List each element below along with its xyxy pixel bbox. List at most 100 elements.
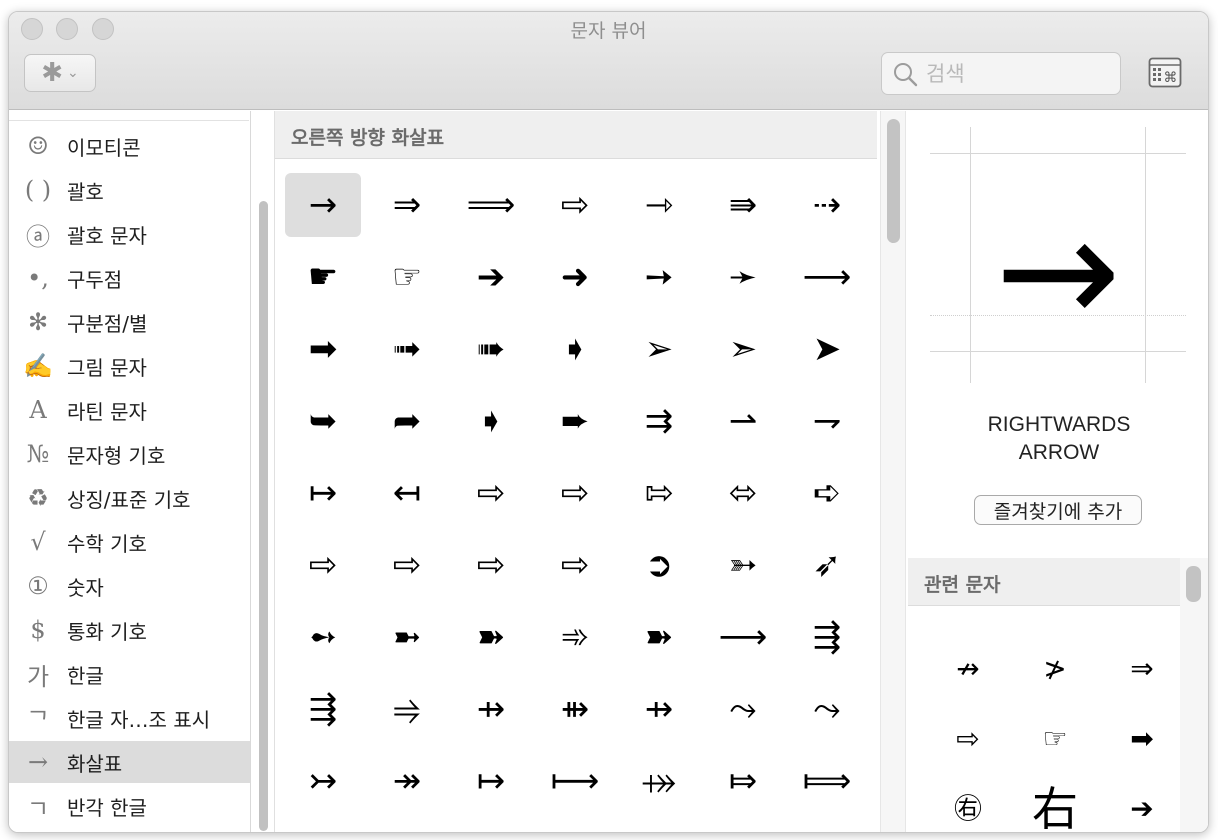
character-cell[interactable]: ⇨ [285, 533, 361, 597]
character-cell[interactable]: ⤳ [789, 677, 865, 741]
related-character-cell[interactable]: ➔ [1107, 779, 1177, 832]
character-cell[interactable]: ⇻ [537, 677, 613, 741]
character-cell[interactable]: ⇸ [621, 677, 697, 741]
character-cell[interactable]: ⇨ [537, 533, 613, 597]
character-cell[interactable]: ➳ [705, 533, 781, 597]
character-cell[interactable]: ⇨ [537, 461, 613, 525]
character-cell[interactable]: ⇰ [621, 461, 697, 525]
character-cell[interactable]: ➽ [621, 605, 697, 669]
character-cell[interactable]: ↤ [369, 461, 445, 525]
character-cell[interactable]: ☛ [285, 245, 361, 309]
character-cell[interactable]: ➜ [537, 245, 613, 309]
sidebar-item[interactable]: ♻ 상징/표준 기호 [9, 477, 250, 519]
character-cell[interactable]: ⟼ [537, 749, 613, 813]
character-cell[interactable]: → [285, 173, 361, 237]
character-cell[interactable]: ➠ [453, 317, 529, 381]
character-cell[interactable]: ⥤ [369, 677, 445, 741]
sidebar-item[interactable]: ① 숫자 [9, 565, 250, 607]
preview-glyph: → [995, 185, 1121, 359]
character-cell[interactable]: ➣ [705, 317, 781, 381]
character-cell[interactable]: ➲ [621, 533, 697, 597]
character-cell[interactable]: ⇨ [453, 461, 529, 525]
related-character-cell[interactable]: ➡ [1107, 709, 1177, 769]
character-cell[interactable]: ⇒ [369, 173, 445, 237]
related-character-cell[interactable]: ↛ [933, 639, 1003, 699]
character-cell[interactable]: ⟹ [453, 173, 529, 237]
character-cell[interactable]: ⤇ [705, 749, 781, 813]
character-cell[interactable]: ➪ [789, 461, 865, 525]
character-cell[interactable]: ➢ [621, 317, 697, 381]
character-name-line2: ARROW [1018, 441, 1100, 464]
character-cell[interactable]: ➙ [621, 245, 697, 309]
character-cell[interactable]: ⇾ [621, 173, 697, 237]
character-cell[interactable]: ➛ [705, 245, 781, 309]
sidebar-item[interactable]: → 화살표 [9, 741, 250, 783]
sidebar-item[interactable]: A 라틴 문자 [9, 389, 250, 431]
character-cell[interactable]: ⇨ [369, 533, 445, 597]
character-cell[interactable]: ⇉ [621, 389, 697, 453]
glyph-preview: → [930, 127, 1186, 383]
character-cell[interactable]: ➾ [537, 605, 613, 669]
character-cell[interactable]: ⬄ [705, 461, 781, 525]
character-cell[interactable]: ⤳ [705, 677, 781, 741]
character-cell[interactable]: ⇨ [537, 173, 613, 237]
character-cell[interactable]: ➨ [537, 389, 613, 453]
sidebar-scrollbar[interactable] [259, 201, 268, 831]
character-cell[interactable]: ➧ [537, 317, 613, 381]
sidebar-item[interactable]: ᄀ 한글 자…조 표시 [9, 697, 250, 739]
search-field[interactable] [881, 52, 1121, 95]
character-cell[interactable]: ➦ [369, 389, 445, 453]
related-character-cell[interactable]: ⇨ [933, 709, 1003, 769]
character-cell[interactable]: ➼ [369, 605, 445, 669]
character-cell[interactable]: ⇶ [285, 677, 361, 741]
character-cell[interactable]: ⇢ [789, 173, 865, 237]
character-cell[interactable]: ⇀ [705, 389, 781, 453]
character-cell[interactable]: ↦ [453, 749, 529, 813]
character-cell[interactable]: ⤀ [621, 749, 697, 813]
related-character-cell[interactable]: ☞ [1020, 709, 1090, 769]
search-input[interactable] [926, 61, 1106, 86]
sidebar-item[interactable]: № 문자형 기호 [9, 433, 250, 475]
character-cell[interactable]: ➡ [285, 317, 361, 381]
character-cell[interactable]: ⟾ [789, 749, 865, 813]
character-cell[interactable]: ➻ [285, 605, 361, 669]
character-cell[interactable]: ⟶ [789, 245, 865, 309]
sidebar-item[interactable]: ☺ 이모티콘 [9, 125, 250, 167]
related-character-cell[interactable]: ⇒ [1107, 639, 1177, 699]
add-to-favorites-button[interactable]: 즐겨찾기에 추가 [974, 495, 1142, 525]
character-cell[interactable]: ☞ [369, 245, 445, 309]
sidebar-item[interactable]: ⓐ 괄호 문자 [9, 213, 250, 255]
character-cell[interactable]: ➥ [285, 389, 361, 453]
sidebar-item[interactable]: ✍ 그림 문자 [9, 345, 250, 387]
character-cell[interactable]: ➽ [453, 605, 529, 669]
character-cell[interactable]: ➶ [789, 533, 865, 597]
character-cell[interactable]: ⇛ [705, 173, 781, 237]
keyboard-viewer-icon[interactable]: ⌘ [1148, 57, 1182, 89]
character-cell[interactable]: ⇨ [453, 533, 529, 597]
character-cell[interactable]: ↦ [285, 461, 361, 525]
character-cell[interactable]: ⇸ [453, 677, 529, 741]
character-cell[interactable]: ➟ [369, 317, 445, 381]
character-cell[interactable]: ⇁ [789, 389, 865, 453]
character-cell[interactable]: ➤ [789, 317, 865, 381]
character-cell[interactable]: ➧ [453, 389, 529, 453]
related-character-cell[interactable]: 右 [1020, 779, 1090, 832]
sidebar-item[interactable]: ﾡ 반각 한글 [9, 785, 250, 827]
sidebar-item[interactable]: 가 한글 [9, 653, 250, 695]
category-icon: •, [27, 264, 49, 292]
character-cell[interactable]: ⟶ [705, 605, 781, 669]
sidebar-item[interactable]: √ 수학 기호 [9, 521, 250, 563]
sidebar-item[interactable]: $ 통화 기호 [9, 609, 250, 651]
character-cell[interactable]: ↣ [285, 749, 361, 813]
grid-scrollbar-thumb[interactable] [887, 119, 900, 243]
character-cell[interactable]: ➔ [453, 245, 529, 309]
sidebar-item[interactable]: ( ) 괄호 [9, 169, 250, 211]
sidebar-item[interactable]: ✻ 구분점/별 [9, 301, 250, 343]
related-character-cell[interactable]: ≯ [1020, 639, 1090, 699]
character-cell[interactable]: ⇶ [789, 605, 865, 669]
action-menu-button[interactable]: ✱ ⌄ [24, 54, 96, 92]
sidebar-item[interactable]: •, 구두점 [9, 257, 250, 299]
related-scrollbar-thumb[interactable] [1186, 566, 1201, 602]
character-cell[interactable]: ↠ [369, 749, 445, 813]
related-character-cell[interactable]: ㊨ [933, 779, 1003, 832]
